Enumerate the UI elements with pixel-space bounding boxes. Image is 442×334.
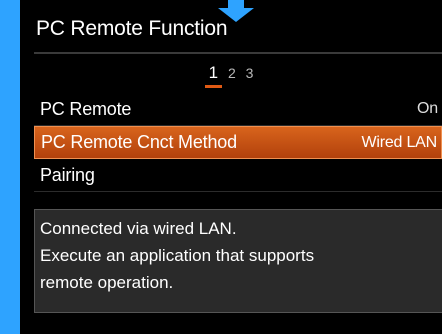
menu-item-value: On (417, 100, 438, 117)
menu-list: PC Remote On PC Remote Cnct Method Wired… (34, 93, 442, 192)
menu-item-label: Pairing (40, 164, 95, 185)
menu-item-label: PC Remote Cnct Method (41, 132, 237, 152)
help-text-line: Connected via wired LAN. (40, 219, 237, 238)
page-3-indicator[interactable]: 3 (246, 65, 254, 81)
page-title: PC Remote Function (36, 17, 228, 40)
down-arrow-icon (218, 0, 254, 22)
menu-item-pc-remote[interactable]: PC Remote On (34, 93, 442, 126)
menu-item-pc-remote-cnct-method[interactable]: PC Remote Cnct Method Wired LAN (34, 126, 442, 159)
page-indicator: 1 2 3 (20, 63, 442, 88)
help-text-line: remote operation. (40, 273, 174, 292)
menu-item-pairing[interactable]: Pairing (34, 159, 442, 192)
menu-item-label: PC Remote (40, 98, 132, 119)
camera-menu-screen: PC Remote Function 1 2 3 PC Remote On PC… (20, 0, 442, 334)
help-text-panel: Connected via wired LAN. Execute an appl… (34, 209, 442, 313)
page-2-indicator[interactable]: 2 (228, 65, 236, 81)
page-1-indicator[interactable]: 1 (204, 63, 223, 88)
title-divider (34, 52, 442, 54)
help-text-line: Execute an application that supports (40, 246, 315, 265)
menu-item-value: Wired LAN (361, 133, 437, 151)
